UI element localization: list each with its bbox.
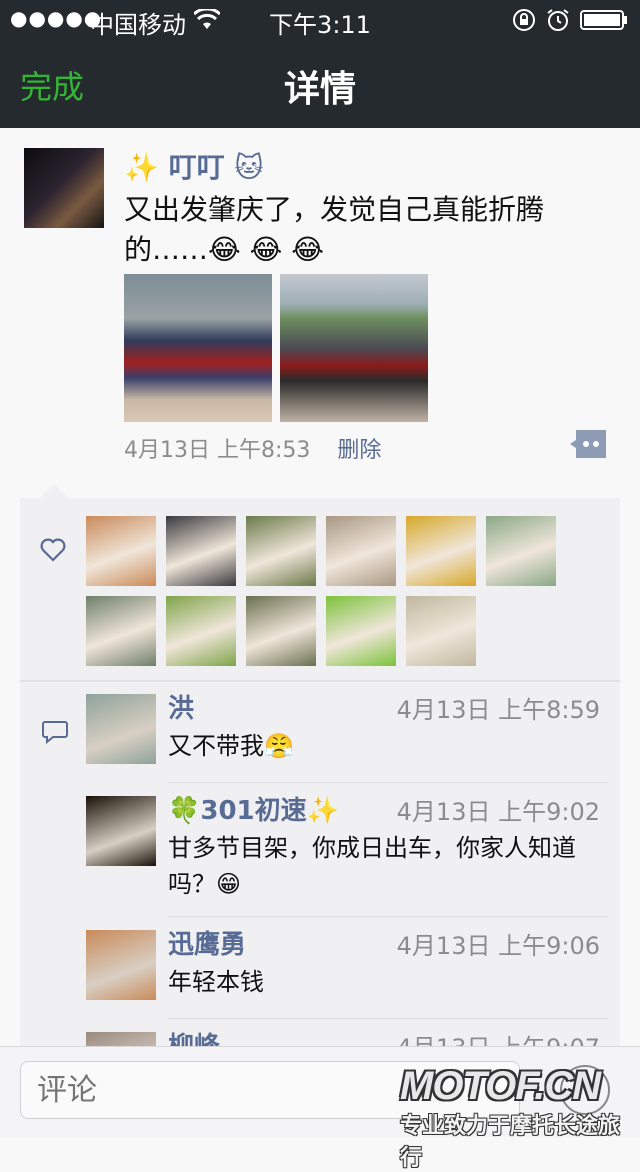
comment-text: 甘多节目架，你成日出车，你家人知道吗？😁: [168, 834, 576, 898]
man-glasses-avatar[interactable]: [246, 516, 316, 586]
man-sitting-avatar[interactable]: [326, 516, 396, 586]
helmet-man-avatar[interactable]: [246, 596, 316, 666]
watermark-subtitle: 专业致力于摩托长途旅行: [400, 1114, 621, 1171]
green-cartoon-avatar[interactable]: [326, 596, 396, 666]
commenter-avatar[interactable]: [86, 930, 156, 1000]
field-avatar[interactable]: [166, 596, 236, 666]
comment-time: 4月13日 上午9:07: [397, 1032, 600, 1046]
commenter-avatar[interactable]: [86, 796, 156, 866]
status-time: 下午3:11: [269, 11, 371, 39]
watermark-title: MOTOF.CN: [400, 1064, 601, 1108]
author-avatar[interactable]: [24, 148, 104, 228]
rotation-lock-icon: [513, 9, 535, 31]
comment-bubble-icon: [42, 721, 68, 744]
man-uniform-avatar[interactable]: [406, 596, 476, 666]
battery-icon: [580, 10, 627, 30]
likes-comments-divider: [20, 680, 620, 682]
comment-menu-icon[interactable]: [570, 430, 606, 458]
interaction-caret: [40, 484, 68, 498]
status-bar: ●●●●● 中国移动 下午3:11: [0, 0, 640, 40]
commenter-name[interactable]: 洪: [168, 688, 194, 725]
post-photo-1[interactable]: [124, 274, 272, 422]
delete-button[interactable]: 删除: [337, 438, 381, 463]
commenter-name[interactable]: 迅鹰勇: [168, 924, 246, 961]
commenter-avatar[interactable]: [86, 1032, 156, 1046]
nav-bar: 完成 详情: [0, 40, 640, 128]
commenter-name[interactable]: 柳峰: [168, 1032, 220, 1046]
comment-text: 又不带我😤: [168, 732, 294, 760]
comment-separator: [168, 782, 608, 783]
comment-time: 4月13日 上午9:02: [396, 798, 600, 826]
page-title: 详情: [283, 69, 356, 110]
author-name[interactable]: ✨ 叮叮 🐱: [124, 146, 264, 186]
comment-separator: [168, 916, 608, 917]
motorcycle-rider-avatar[interactable]: [486, 516, 556, 586]
comment-time: 4月13日 上午8:59: [396, 696, 600, 724]
baby-avatar[interactable]: [86, 516, 156, 586]
heart-icon: [40, 538, 66, 562]
comment-separator: [168, 1018, 608, 1019]
comment-item: 柳峰 4月13日 上午9:07: [86, 1032, 606, 1046]
commenter-name[interactable]: 🍀301初速✨: [168, 790, 339, 827]
car-avatar[interactable]: [166, 516, 236, 586]
post-text: 又出发肇庆了，发觉自己真能折腾的……😂 😂 😂: [124, 193, 545, 266]
commenter-avatar[interactable]: [86, 694, 156, 764]
comment-text: 年轻本钱: [168, 968, 264, 996]
alarm-icon: [547, 9, 569, 31]
sports-car-avatar[interactable]: [406, 516, 476, 586]
post-meta: 4月13日 上午8:53 删除: [124, 432, 381, 464]
post-photo-2[interactable]: [280, 274, 428, 422]
post-date: 4月13日 上午8:53: [124, 438, 311, 463]
watermark: MOTOF.CN 专业致力于摩托长途旅行: [400, 1064, 640, 1171]
comment-time: 4月13日 上午9:06: [396, 932, 600, 960]
building-avatar[interactable]: [86, 596, 156, 666]
